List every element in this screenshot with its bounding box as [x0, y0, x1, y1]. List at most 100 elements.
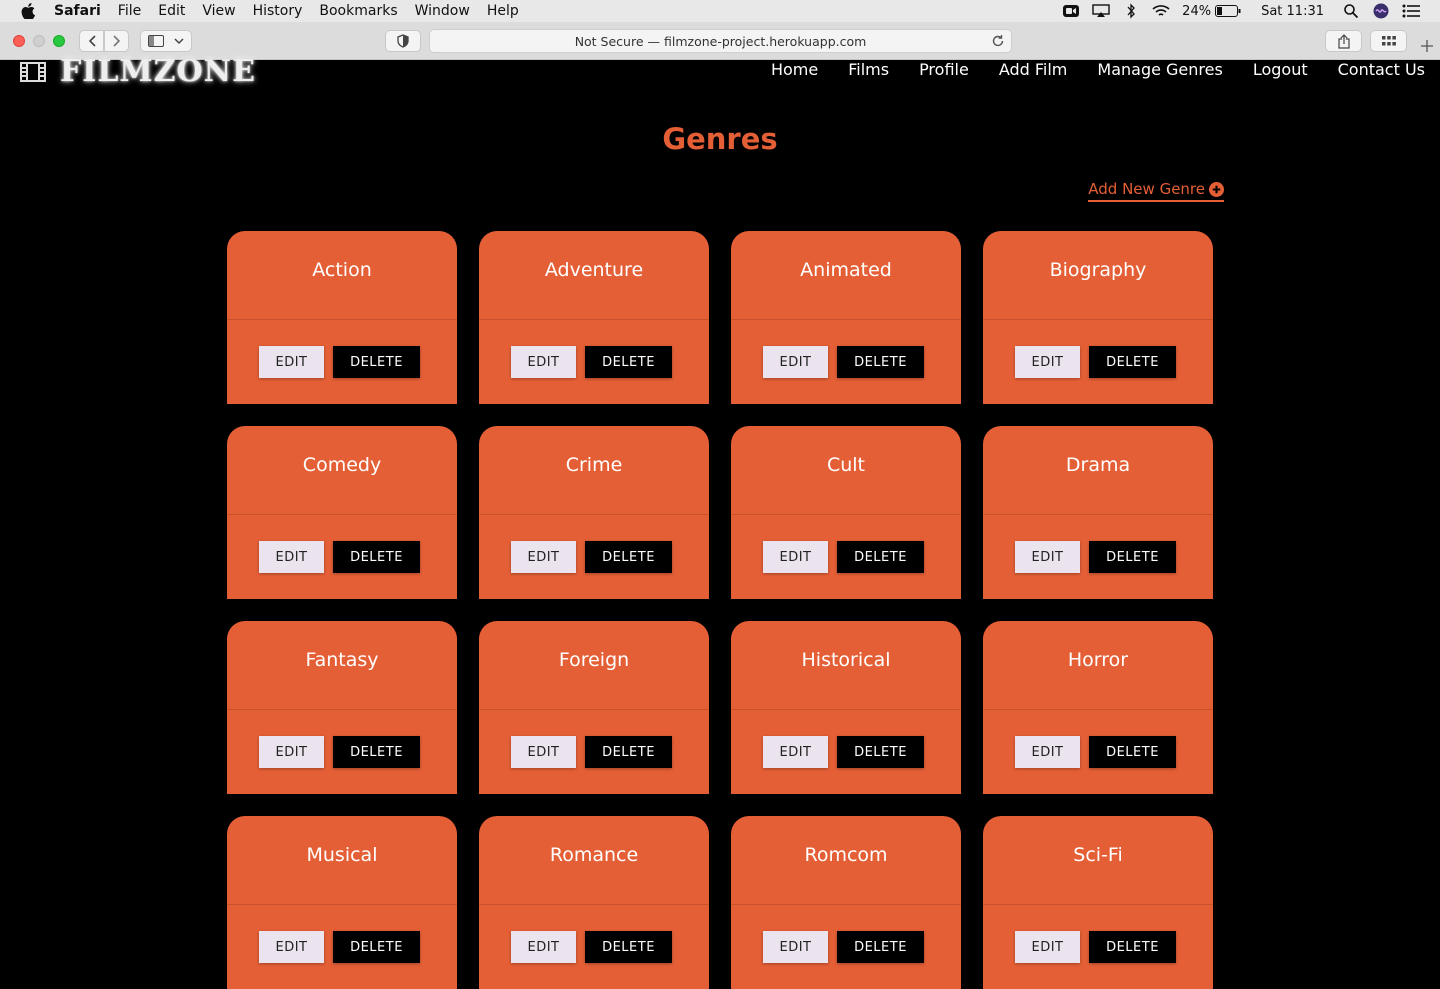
genre-card: Cult EDIT DELETE	[731, 426, 961, 599]
genre-card: Biography EDIT DELETE	[983, 231, 1213, 404]
edit-genre-button[interactable]: EDIT	[511, 736, 576, 768]
siri-icon[interactable]	[1372, 2, 1390, 20]
edit-genre-button[interactable]: EDIT	[1015, 736, 1080, 768]
edit-genre-button[interactable]: EDIT	[1015, 346, 1080, 378]
edit-genre-button[interactable]: EDIT	[763, 736, 828, 768]
edit-genre-button[interactable]: EDIT	[511, 931, 576, 963]
genre-name: Crime	[565, 454, 623, 476]
delete-genre-button[interactable]: DELETE	[333, 346, 420, 378]
edit-genre-button[interactable]: EDIT	[511, 541, 576, 573]
delete-genre-button[interactable]: DELETE	[585, 541, 672, 573]
battery-icon[interactable]	[1215, 2, 1241, 20]
nav-add-film[interactable]: Add Film	[999, 60, 1068, 80]
edit-genre-button[interactable]: EDIT	[259, 541, 324, 573]
add-new-genre-label: Add New Genre	[1088, 180, 1205, 198]
nav-manage-genres[interactable]: Manage Genres	[1097, 60, 1222, 80]
genre-name: Historical	[801, 649, 891, 671]
privacy-shield-button[interactable]	[385, 30, 421, 52]
menu-file[interactable]: File	[118, 0, 141, 22]
menu-help[interactable]: Help	[487, 0, 519, 22]
card-divider	[983, 514, 1213, 515]
address-bar[interactable]: Not Secure — filmzone-project.herokuapp.…	[429, 29, 1012, 53]
web-page: FILMZONE Home Films Profile Add Film Man…	[0, 54, 1440, 989]
edit-genre-button[interactable]: EDIT	[763, 931, 828, 963]
tab-overview-button[interactable]	[1370, 30, 1407, 52]
menu-history[interactable]: History	[253, 0, 303, 22]
genre-name: Romance	[549, 844, 639, 866]
delete-genre-button[interactable]: DELETE	[333, 736, 420, 768]
card-divider	[227, 709, 457, 710]
delete-genre-button[interactable]: DELETE	[333, 931, 420, 963]
film-icon	[20, 61, 46, 82]
shield-icon	[397, 34, 409, 48]
nav-home[interactable]: Home	[771, 60, 818, 80]
delete-genre-button[interactable]: DELETE	[1089, 541, 1176, 573]
airplay-icon[interactable]	[1092, 2, 1110, 20]
address-text: Not Secure — filmzone-project.herokuapp.…	[574, 33, 867, 49]
forward-button[interactable]	[104, 30, 129, 52]
share-button[interactable]	[1325, 30, 1362, 52]
close-window-button[interactable]	[13, 35, 25, 47]
zoom-icon[interactable]	[1062, 2, 1080, 20]
delete-genre-button[interactable]: DELETE	[837, 541, 924, 573]
notification-center-icon[interactable]	[1402, 2, 1420, 20]
edit-genre-button[interactable]: EDIT	[763, 541, 828, 573]
edit-genre-button[interactable]: EDIT	[763, 346, 828, 378]
nav-profile[interactable]: Profile	[919, 60, 969, 80]
menu-app-safari[interactable]: Safari	[54, 0, 101, 22]
delete-genre-button[interactable]: DELETE	[837, 931, 924, 963]
add-new-genre-link[interactable]: Add New Genre	[1088, 180, 1224, 202]
delete-genre-button[interactable]: DELETE	[1089, 931, 1176, 963]
card-divider	[731, 514, 961, 515]
menu-window[interactable]: Window	[415, 0, 470, 22]
sidebar-toggle-button[interactable]	[140, 30, 192, 52]
genre-card: Sci-Fi EDIT DELETE	[983, 816, 1213, 989]
spotlight-search-icon[interactable]	[1342, 2, 1360, 20]
delete-genre-button[interactable]: DELETE	[585, 346, 672, 378]
main-nav: Home Films Profile Add Film Manage Genre…	[741, 60, 1425, 80]
delete-genre-button[interactable]: DELETE	[1089, 346, 1176, 378]
menu-bookmarks[interactable]: Bookmarks	[319, 0, 397, 22]
chevron-right-icon	[112, 35, 120, 47]
genre-name: Biography	[1049, 259, 1147, 281]
delete-genre-button[interactable]: DELETE	[1089, 736, 1176, 768]
edit-genre-button[interactable]: EDIT	[259, 736, 324, 768]
reload-icon[interactable]	[991, 34, 1005, 48]
menu-view[interactable]: View	[202, 0, 235, 22]
genre-card: Foreign EDIT DELETE	[479, 621, 709, 794]
minimize-window-button[interactable]	[33, 35, 45, 47]
delete-genre-button[interactable]: DELETE	[585, 736, 672, 768]
genre-card: Historical EDIT DELETE	[731, 621, 961, 794]
back-button[interactable]	[79, 30, 104, 52]
maximize-window-button[interactable]	[53, 35, 65, 47]
edit-genre-button[interactable]: EDIT	[259, 931, 324, 963]
site-logo[interactable]: FILMZONE	[20, 54, 256, 89]
edit-genre-button[interactable]: EDIT	[511, 346, 576, 378]
delete-genre-button[interactable]: DELETE	[837, 346, 924, 378]
page-title: Genres	[662, 122, 778, 156]
bluetooth-icon[interactable]	[1122, 2, 1140, 20]
delete-genre-button[interactable]: DELETE	[585, 931, 672, 963]
edit-genre-button[interactable]: EDIT	[1015, 931, 1080, 963]
edit-genre-button[interactable]: EDIT	[1015, 541, 1080, 573]
nav-films[interactable]: Films	[848, 60, 889, 80]
plus-icon	[1421, 40, 1433, 52]
genre-name: Fantasy	[305, 649, 379, 671]
genre-name: Sci-Fi	[1073, 844, 1123, 866]
nav-logout[interactable]: Logout	[1253, 60, 1308, 80]
sidebar-icon	[148, 35, 164, 47]
status-area: 24% Sat 11:31	[1062, 0, 1440, 22]
card-divider	[479, 319, 709, 320]
apple-icon[interactable]	[20, 3, 36, 19]
nav-contact-us[interactable]: Contact Us	[1338, 60, 1425, 80]
new-tab-button[interactable]	[1417, 36, 1437, 56]
wifi-icon[interactable]	[1152, 2, 1170, 20]
edit-genre-button[interactable]: EDIT	[259, 346, 324, 378]
clock[interactable]: Sat 11:31	[1261, 4, 1324, 19]
delete-genre-button[interactable]: DELETE	[837, 736, 924, 768]
card-divider	[731, 709, 961, 710]
delete-genre-button[interactable]: DELETE	[333, 541, 420, 573]
menu-edit[interactable]: Edit	[158, 0, 185, 22]
genre-name: Musical	[306, 844, 378, 866]
card-divider	[731, 904, 961, 905]
